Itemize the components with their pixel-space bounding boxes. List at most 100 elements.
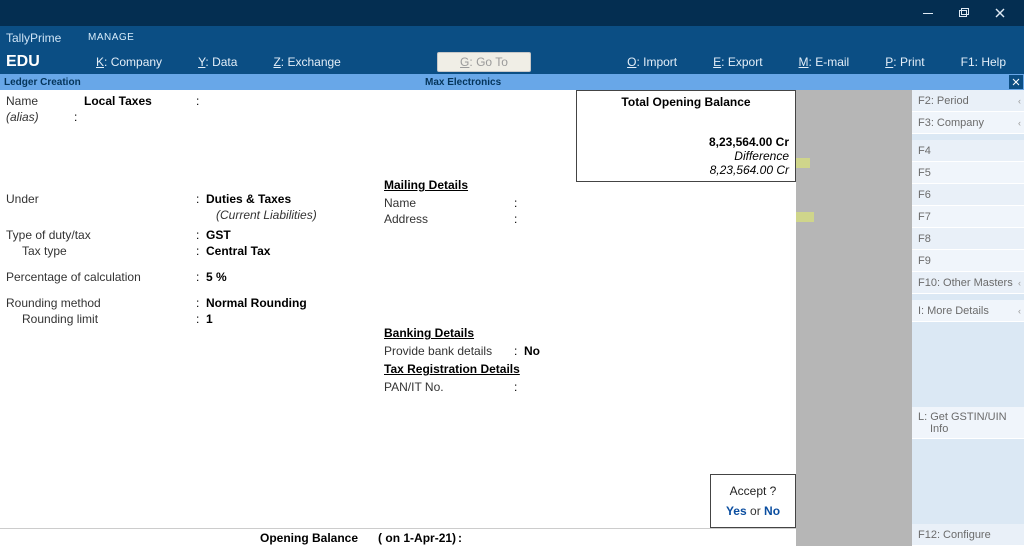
window-close-button[interactable] (982, 0, 1018, 26)
menu-label: Help (981, 55, 1006, 69)
btn-f7[interactable]: F7 (912, 206, 1024, 228)
brand-row: TallyPrime MANAGE (0, 26, 1024, 50)
menu-help[interactable]: F1: Help (943, 50, 1024, 74)
btn-f6[interactable]: F6 (912, 184, 1024, 206)
total-opening-balance-box: Total Opening Balance 8,23,564.00 Cr Dif… (576, 90, 796, 182)
fk-label: F4 (918, 145, 931, 157)
mailing-name-value[interactable] (524, 196, 790, 210)
name-value[interactable]: Local Taxes (84, 94, 372, 108)
close-icon (1012, 78, 1020, 86)
screen-title: Ledger Creation (0, 77, 425, 88)
btn-f2-period[interactable]: F2:Period‹ (912, 90, 1024, 112)
menu-company[interactable]: K: Company (78, 50, 180, 74)
btn-f8[interactable]: F8 (912, 228, 1024, 250)
accept-or: or (750, 504, 761, 518)
menu-key: O: (627, 55, 640, 69)
menu-print[interactable]: P: Print (867, 50, 942, 74)
pan-label: PAN/IT No. (384, 380, 514, 394)
difference-label: Difference (583, 149, 789, 163)
menu-exchange[interactable]: Z: Exchange (255, 50, 358, 74)
menu-goto[interactable]: G: Go To (437, 52, 531, 72)
total-opening-balance-title: Total Opening Balance (583, 95, 789, 109)
ledger-left-column: Name : Local Taxes (alias) : Under : Dut… (0, 90, 378, 332)
fk-label: F12: (918, 529, 940, 541)
btn-f5[interactable]: F5 (912, 162, 1024, 184)
btn-label: Configure (943, 529, 991, 541)
fk-label: F9 (918, 255, 931, 267)
menu-email[interactable]: M: E-mail (781, 50, 868, 74)
pct-value[interactable]: 5 % (206, 270, 372, 284)
tax-type-value[interactable]: Central Tax (206, 244, 372, 258)
menu-key: M: (799, 55, 812, 69)
btn-get-gstin[interactable]: L:Get GSTIN/UIN Info (912, 407, 1024, 439)
menu-label: Exchange (287, 55, 340, 69)
gray-side-strip (796, 90, 912, 546)
menu-label: Export (728, 55, 763, 69)
tax-type-label: Tax type (6, 244, 196, 258)
chevron-left-icon: ‹ (1018, 306, 1021, 316)
menu-export[interactable]: E: Export (695, 50, 780, 74)
accept-yes-button[interactable]: Yes (726, 504, 747, 518)
menu-data[interactable]: Y: Data (180, 50, 255, 74)
accept-no-button[interactable]: No (764, 504, 780, 518)
rounding-method-value[interactable]: Normal Rounding (206, 296, 372, 310)
btn-label: Info (930, 423, 948, 435)
under-parent: (Current Liabilities) (206, 208, 372, 222)
duty-type-label: Type of duty/tax (6, 228, 196, 242)
alias-value[interactable] (84, 110, 372, 124)
menu-key: K: (96, 55, 107, 69)
btn-f12-configure[interactable]: F12:Configure (912, 524, 1024, 546)
fk-label: F3: (918, 117, 934, 129)
menu-import[interactable]: O: Import (609, 50, 695, 74)
difference-value: 8,23,564.00 Cr (583, 163, 789, 177)
menu-key: E: (713, 55, 724, 69)
mailing-name-label: Name (384, 196, 514, 210)
menu-key: Z: (273, 55, 284, 69)
menu-label: E-mail (815, 55, 849, 69)
chevron-left-icon: ‹ (1018, 278, 1021, 288)
menu-label: Data (212, 55, 237, 69)
rounding-limit-value[interactable]: 1 (206, 312, 372, 326)
subheader-close-button[interactable] (1009, 75, 1023, 89)
right-button-panel: F2:Period‹ F3:Company‹ F4 F5 F6 F7 F8 F9… (912, 90, 1024, 546)
window-minimize-button[interactable] (910, 0, 946, 26)
btn-f10-other-masters[interactable]: F10:Other Masters‹ (912, 272, 1024, 294)
banking-heading: Banking Details (384, 326, 790, 340)
mailing-address-value[interactable] (524, 212, 790, 226)
fk-label: F8 (918, 233, 931, 245)
opening-balance-footer: Opening Balance ( on 1-Apr-21) : (0, 528, 796, 546)
btn-more-details[interactable]: I:More Details‹ (912, 300, 1024, 322)
manage-menu[interactable]: MANAGE (78, 26, 144, 49)
maximize-icon (959, 8, 970, 18)
banking-provide-value[interactable]: No (524, 344, 790, 358)
opening-balance-label: Opening Balance (260, 531, 358, 545)
fk-label: F6 (918, 189, 931, 201)
btn-label: Company (937, 117, 984, 129)
pan-value[interactable] (524, 380, 790, 394)
fk-label: L: (918, 411, 927, 423)
total-opening-balance-amount: 8,23,564.00 Cr (583, 135, 789, 149)
fk-label: F10: (918, 277, 940, 289)
company-name: Max Electronics (425, 77, 1009, 88)
menu-key: Y: (198, 55, 209, 69)
work-area: Name : Local Taxes (alias) : Under : Dut… (0, 90, 1024, 546)
window-titlebar (0, 0, 1024, 26)
duty-type-value[interactable]: GST (206, 228, 372, 242)
rounding-method-label: Rounding method (6, 296, 196, 310)
gray-accent (796, 158, 810, 168)
accept-question: Accept ? (730, 478, 777, 498)
btn-label: Get GSTIN/UIN (930, 411, 1006, 423)
window-maximize-button[interactable] (946, 0, 982, 26)
banking-provide-label: Provide bank details (384, 344, 514, 358)
taxreg-heading: Tax Registration Details (384, 362, 790, 376)
btn-f4[interactable]: F4 (912, 140, 1024, 162)
btn-f3-company[interactable]: F3:Company‹ (912, 112, 1024, 134)
opening-balance-colon: : (458, 531, 462, 545)
menu-label: Go To (476, 55, 508, 69)
fk-label: F5 (918, 167, 931, 179)
close-icon (995, 8, 1005, 18)
gray-accent (796, 212, 814, 222)
opening-balance-date: ( on 1-Apr-21) (378, 531, 456, 545)
under-value[interactable]: Duties & Taxes (206, 192, 372, 206)
btn-f9[interactable]: F9 (912, 250, 1024, 272)
